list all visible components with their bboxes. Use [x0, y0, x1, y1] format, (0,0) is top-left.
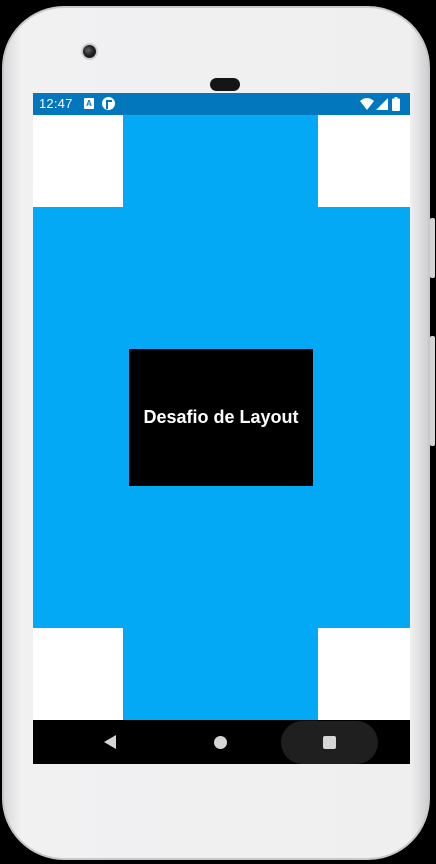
home-icon[interactable]	[214, 736, 227, 749]
battery-icon	[392, 97, 400, 111]
a-notification-icon: A	[84, 98, 94, 109]
volume-button	[430, 336, 435, 446]
status-time: 12:47	[39, 96, 73, 111]
earpiece-speaker	[210, 78, 240, 91]
title-box: Desafio de Layout	[129, 349, 313, 486]
navigation-bar	[33, 720, 410, 764]
front-camera-icon	[81, 43, 98, 60]
screen: 12:47 A Desafio de Layout	[33, 93, 410, 764]
app-notification-icon	[102, 97, 115, 110]
back-icon[interactable]	[103, 734, 117, 750]
wifi-icon	[360, 98, 374, 110]
status-bar: 12:47 A	[33, 93, 410, 115]
app-content: Desafio de Layout	[33, 115, 410, 720]
recents-icon[interactable]	[323, 736, 336, 749]
signal-icon	[376, 98, 388, 110]
title-text: Desafio de Layout	[143, 407, 299, 427]
power-button	[430, 218, 435, 278]
status-icons	[360, 96, 404, 112]
